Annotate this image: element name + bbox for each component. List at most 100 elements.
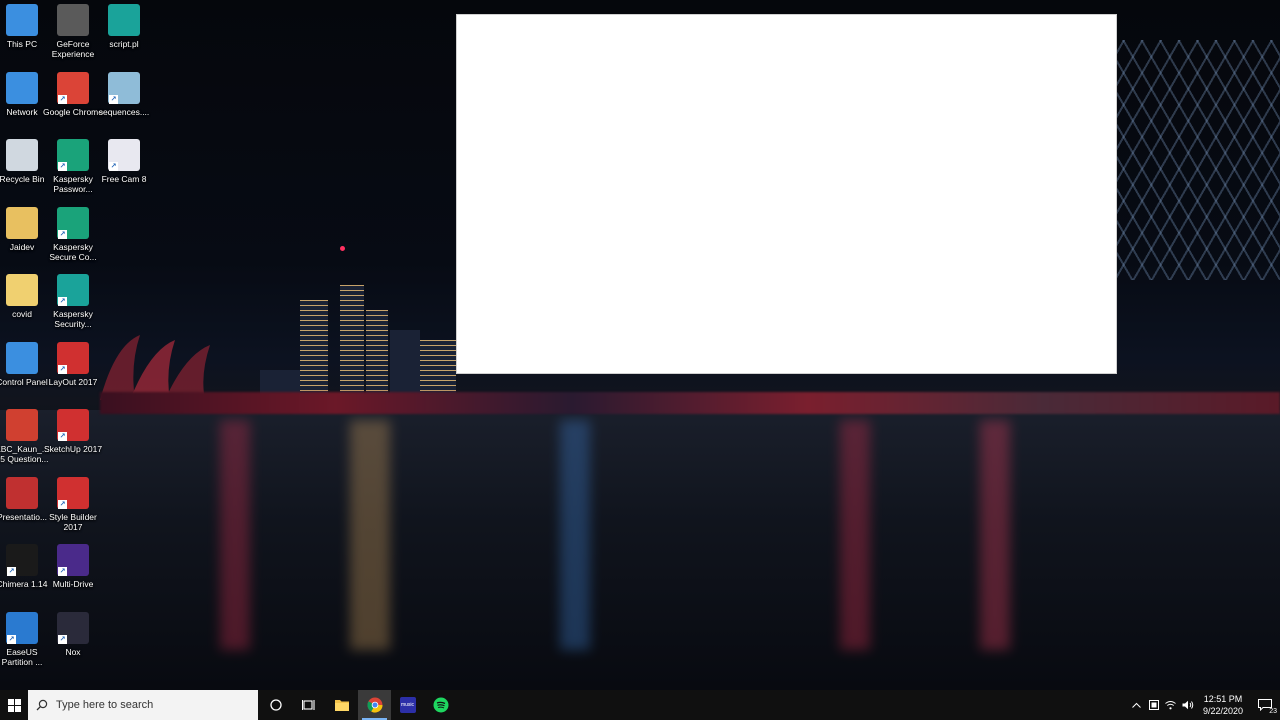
search-icon	[36, 699, 48, 711]
tray-app-button[interactable]	[1146, 690, 1162, 720]
taskbar-clock[interactable]: 12:51 PM 9/22/2020	[1200, 693, 1246, 717]
wallpaper-building	[300, 300, 328, 395]
amazon-music-icon: music	[399, 697, 416, 713]
recycle-bin-icon	[6, 139, 38, 171]
script-icon	[108, 4, 140, 36]
wallpaper-reflection	[840, 420, 870, 650]
wallpaper-building	[390, 330, 420, 395]
shortcut-arrow-icon: ↗	[58, 162, 67, 171]
action-center-button[interactable]: 23	[1250, 690, 1280, 720]
user-folder-icon	[6, 206, 38, 239]
file-explorer-button[interactable]	[325, 690, 358, 720]
kaspersky-password-icon: ↗	[57, 139, 89, 171]
cortana-icon	[269, 699, 282, 711]
pdf-icon	[6, 409, 38, 441]
wallpaper-building	[420, 340, 456, 395]
chimera-icon: ↗	[6, 544, 38, 576]
cortana-button[interactable]	[259, 690, 292, 720]
taskbar-search-box[interactable]: Type here to search	[28, 690, 258, 720]
nox-icon: ↗	[57, 611, 89, 644]
desktop-icon-label: sequences....	[98, 106, 150, 117]
shortcut-arrow-icon: ↗	[58, 229, 67, 239]
desktop-icon-label: script.pl	[109, 39, 139, 49]
chrome-taskbar-button[interactable]	[358, 690, 391, 720]
shortcut-arrow-icon: ↗	[7, 634, 16, 644]
control-panel-icon	[6, 341, 38, 374]
blank-window[interactable]	[456, 14, 1117, 374]
kaspersky-security-icon: ↗	[57, 274, 89, 306]
task-view-button[interactable]	[292, 690, 325, 720]
shortcut-arrow-icon: ↗	[58, 364, 67, 374]
desktop-icon-style-builder[interactable]: ↗ Style Builder 2017	[42, 476, 104, 532]
wallpaper-reflection	[980, 420, 1010, 650]
desktop-icon-label: Free Cam 8	[101, 174, 147, 184]
spotify-button[interactable]	[424, 690, 457, 720]
desktop-icon-label: LayOut 2017	[48, 376, 98, 387]
wallpaper-reflection	[560, 420, 590, 650]
shortcut-arrow-icon: ↗	[58, 567, 67, 576]
desktop-icon-nox-multidrive[interactable]: ↗ Multi-Drive	[42, 544, 104, 589]
wallpaper-water	[0, 410, 1280, 690]
network-icon	[6, 71, 38, 104]
start-button[interactable]	[0, 690, 28, 720]
shortcut-arrow-icon: ↗	[58, 499, 67, 509]
desktop: This PC GeForce Experience script.pl Networ…	[0, 0, 1280, 690]
nox-multidrive-icon: ↗	[57, 544, 89, 576]
windows-logo-icon	[7, 698, 21, 712]
easeus-icon: ↗	[6, 611, 38, 644]
amazon-music-button[interactable]: music	[391, 690, 424, 720]
sketchup-icon: ↗	[57, 409, 89, 441]
shortcut-arrow-icon: ↗	[58, 94, 67, 104]
geforce-icon	[57, 4, 89, 36]
shortcut-arrow-icon: ↗	[109, 162, 118, 171]
chrome-icon: ↗	[57, 71, 89, 104]
notification-count-badge: 23	[1269, 708, 1277, 716]
kaspersky-secure-icon: ↗	[57, 206, 89, 239]
desktop-icon-nox[interactable]: ↗ Nox	[42, 611, 104, 657]
desktop-icon-sketchup[interactable]: ↗ SketchUp 2017	[42, 409, 104, 454]
desktop-icon-document[interactable]: ↗ sequences....	[93, 71, 155, 117]
taskbar: Type here to search music 12:51 PM 9/22/…	[0, 690, 1280, 720]
desktop-icon-label: Nox	[65, 646, 81, 657]
desktop-icon-label: Kaspersky Security...	[53, 309, 93, 329]
wallpaper-opera-house	[100, 335, 210, 400]
speaker-icon	[1182, 700, 1193, 710]
wallpaper-light	[340, 246, 345, 251]
desktop-icon-kaspersky-secure[interactable]: ↗ Kaspersky Secure Co...	[42, 206, 104, 262]
document-icon: ↗	[108, 71, 140, 104]
freecam-icon: ↗	[108, 139, 140, 171]
shortcut-arrow-icon: ↗	[58, 432, 67, 441]
search-placeholder: Type here to search	[56, 699, 154, 711]
computer-icon	[6, 4, 38, 36]
network-tray-button[interactable]	[1163, 690, 1179, 720]
clock-date: 9/22/2020	[1202, 706, 1244, 716]
volume-tray-button[interactable]	[1180, 690, 1196, 720]
shortcut-arrow-icon: ↗	[7, 567, 16, 576]
wallpaper-building	[366, 310, 388, 395]
folder-icon	[6, 274, 38, 306]
style-builder-icon: ↗	[57, 476, 89, 509]
chrome-icon	[366, 697, 383, 713]
presentation-icon	[6, 476, 38, 509]
desktop-icon-label: Multi-Drive	[52, 579, 94, 589]
clock-time: 12:51 PM	[1203, 694, 1243, 704]
wallpaper-bridge	[1115, 40, 1280, 280]
desktop-icon-label: Kaspersky Secure Co...	[49, 241, 97, 262]
desktop-icon-label: SketchUp 2017	[43, 444, 103, 454]
desktop-icon-freecam[interactable]: ↗ Free Cam 8	[93, 139, 155, 184]
wallpaper-shoreline	[100, 392, 1280, 414]
chevron-up-icon	[1132, 702, 1141, 708]
wallpaper-building	[340, 285, 364, 395]
layout-icon: ↗	[57, 341, 89, 374]
wifi-icon	[1165, 701, 1176, 710]
desktop-icon-layout[interactable]: ↗ LayOut 2017	[42, 341, 104, 387]
shortcut-arrow-icon: ↗	[58, 634, 67, 644]
show-hidden-icons-button[interactable]	[1129, 690, 1145, 720]
wallpaper-reflection	[350, 420, 390, 650]
desktop-icon-script[interactable]: script.pl	[93, 4, 155, 49]
wallpaper-reflection	[220, 420, 250, 650]
spotify-icon	[433, 697, 448, 713]
tablet-icon	[1148, 700, 1159, 710]
desktop-icon-label: Style Builder 2017	[49, 511, 97, 532]
desktop-icon-kaspersky-security[interactable]: ↗ Kaspersky Security...	[42, 274, 104, 329]
